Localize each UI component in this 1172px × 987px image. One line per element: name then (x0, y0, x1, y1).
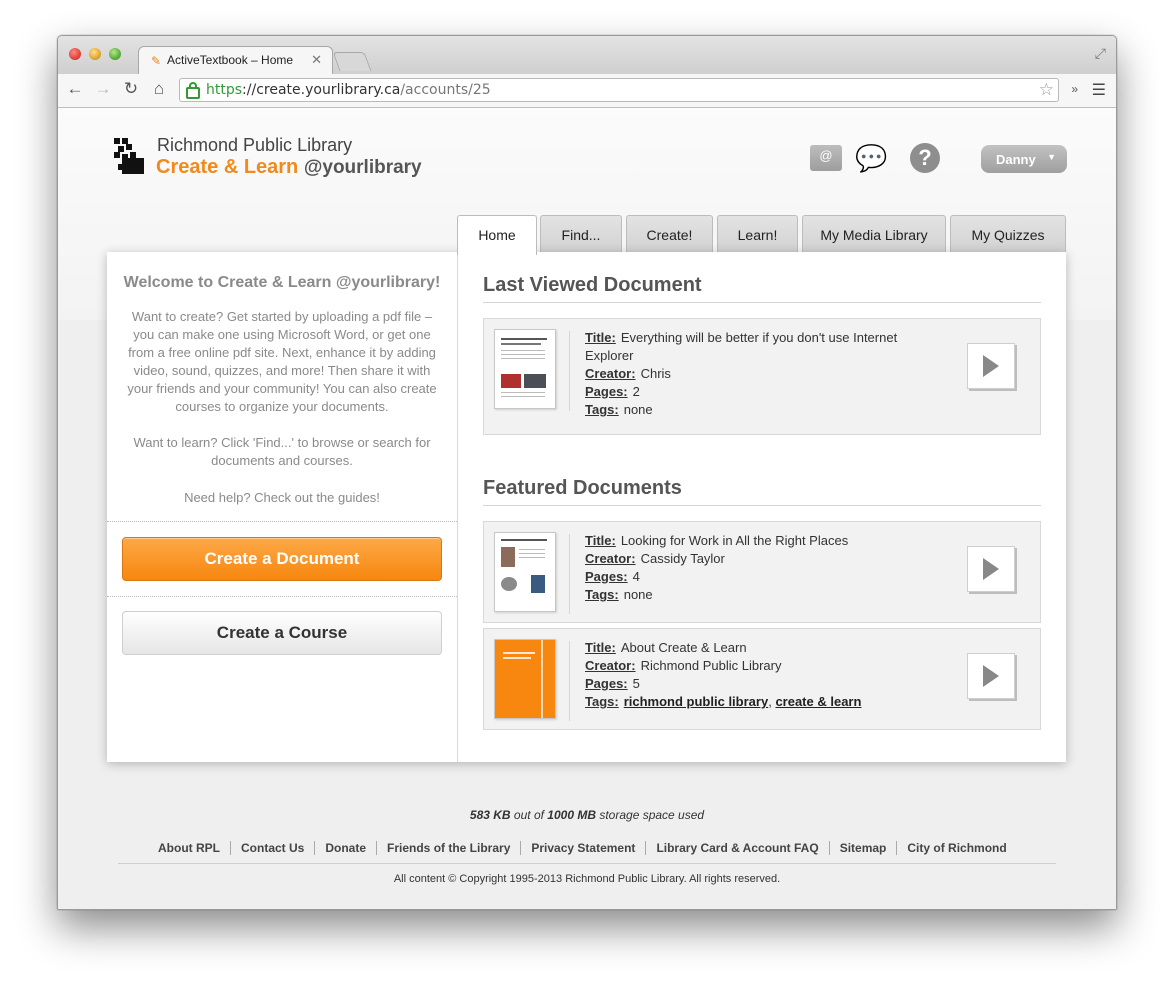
play-icon (983, 558, 999, 580)
footer-link-faq[interactable]: Library Card & Account FAQ (646, 841, 830, 855)
play-document-button[interactable] (967, 343, 1015, 389)
play-icon (983, 355, 999, 377)
welcome-sidebar: Welcome to Create & Learn @yourlibrary! … (107, 252, 458, 762)
url-text[interactable]: https://create.yourlibrary.ca/accounts/2… (206, 82, 491, 98)
welcome-learn-text: Want to learn? Click 'Find...' to browse… (133, 435, 431, 468)
divider (118, 863, 1056, 864)
featured-card: Title: About Create & Learn Creator: Richm… (483, 628, 1041, 730)
browser-menu-icon[interactable]: ☰ (1092, 80, 1106, 100)
document-details: Title: About Create & Learn Creator: Richm… (585, 640, 862, 709)
close-tab-icon[interactable]: ✕ (311, 52, 322, 68)
storage-usage: 583 KB out of 1000 MB storage space used (469, 808, 705, 822)
document-creator: Chris (640, 366, 671, 381)
divider (483, 505, 1041, 506)
library-name: Richmond Public Library (157, 135, 353, 155)
document-creator: Richmond Public Library (640, 658, 782, 673)
play-document-button[interactable] (967, 653, 1015, 699)
favicon-icon: ✎ (151, 54, 162, 68)
divider (569, 534, 570, 614)
divider (107, 521, 457, 522)
tab-find[interactable]: Find... (540, 215, 622, 253)
document-title[interactable]: About Create & Learn (621, 640, 747, 655)
close-window-button[interactable] (69, 48, 81, 60)
document-title[interactable]: Looking for Work in All the Right Places (621, 533, 848, 548)
new-tab-button[interactable] (332, 52, 372, 71)
featured-heading: Featured Documents (483, 477, 682, 499)
tab-home[interactable]: Home (457, 215, 537, 255)
tab-my-media-library[interactable]: My Media Library (802, 215, 946, 253)
tag-link[interactable]: richmond public library (624, 694, 768, 709)
create-course-button[interactable]: Create a Course (122, 611, 442, 655)
divider (569, 331, 570, 411)
document-title[interactable]: Everything will be better if you don't u… (621, 330, 897, 345)
divider (107, 596, 457, 597)
footer-link-about[interactable]: About RPL (148, 841, 231, 855)
footer-link-privacy[interactable]: Privacy Statement (521, 841, 647, 855)
library-logo-icon[interactable] (114, 138, 146, 174)
home-icon[interactable]: ⌂ (149, 79, 169, 99)
zoom-window-button[interactable] (109, 48, 121, 60)
document-tags: none (623, 402, 653, 417)
extensions-overflow-icon[interactable]: » (1071, 82, 1078, 96)
browser-tab-title: ActiveTextbook – Home (167, 53, 294, 67)
document-details: Title: Everything will be better if you d… (585, 330, 898, 417)
last-viewed-card: Title: Everything will be better if you d… (483, 318, 1041, 435)
copyright-text: All content © Copyright 1995-2013 Richmo… (393, 873, 781, 885)
minimize-window-button[interactable] (89, 48, 101, 60)
welcome-create-text: Want to create? Get started by uploading… (127, 309, 437, 414)
main-panel: Welcome to Create & Learn @yourlibrary! … (107, 252, 1066, 762)
browser-toolbar: ← → ↻ ⌂ https://create.yourlibrary.ca/ac… (58, 74, 1116, 108)
divider (483, 302, 1041, 303)
site-brand[interactable]: Create & Learn @yourlibrary (156, 156, 422, 179)
fullscreen-icon[interactable]: ⤢ (1095, 45, 1106, 62)
document-tags: none (623, 587, 653, 602)
welcome-title: Welcome to Create & Learn @yourlibrary! (123, 274, 441, 291)
footer-link-sitemap[interactable]: Sitemap (829, 841, 898, 855)
mail-icon[interactable]: @ (810, 145, 842, 171)
help-icon[interactable]: ? (910, 143, 940, 173)
featured-card: Title: Looking for Work in All the Right … (483, 521, 1041, 623)
tab-my-quizzes[interactable]: My Quizzes (950, 215, 1066, 253)
tag-link[interactable]: create & learn (775, 694, 861, 709)
footer-link-friends[interactable]: Friends of the Library (377, 841, 522, 855)
document-pages: 5 (632, 676, 640, 691)
user-name: Danny (996, 152, 1036, 167)
document-pages: 2 (632, 384, 640, 399)
document-pages: 4 (632, 569, 640, 584)
reload-icon[interactable]: ↻ (121, 79, 141, 99)
document-creator: Cassidy Taylor (640, 551, 725, 566)
web-page: Richmond Public Library Create & Learn @… (58, 108, 1116, 909)
bookmark-star-icon[interactable]: ☆ (1039, 80, 1054, 100)
back-icon[interactable]: ← (65, 79, 85, 99)
footer-nav: About RPL Contact Us Donate Friends of the … (148, 841, 1017, 855)
user-menu-button[interactable]: Danny ▼ (981, 145, 1067, 173)
last-viewed-heading: Last Viewed Document (483, 274, 702, 296)
address-bar[interactable]: https://create.yourlibrary.ca/accounts/2… (179, 78, 1059, 102)
lock-icon (186, 82, 200, 99)
document-thumbnail[interactable] (494, 329, 556, 409)
play-document-button[interactable] (967, 546, 1015, 592)
document-thumbnail[interactable] (494, 532, 556, 612)
browser-window: ✎ ActiveTextbook – Home ✕ ⤢ ← → ↻ ⌂ http… (57, 35, 1117, 910)
footer-link-donate[interactable]: Donate (315, 841, 378, 855)
tab-create[interactable]: Create! (626, 215, 713, 253)
divider (569, 641, 570, 721)
browser-tab[interactable]: ✎ ActiveTextbook – Home ✕ (138, 46, 333, 74)
document-details: Title: Looking for Work in All the Right … (585, 533, 849, 602)
play-icon (983, 665, 999, 687)
chat-icon[interactable]: 💬 (855, 145, 897, 173)
browser-tabbar: ✎ ActiveTextbook – Home ✕ ⤢ (58, 36, 1116, 74)
create-document-button[interactable]: Create a Document (122, 537, 442, 581)
footer-link-city[interactable]: City of Richmond (897, 841, 1016, 855)
document-thumbnail[interactable] (494, 639, 556, 719)
tab-learn[interactable]: Learn! (717, 215, 798, 253)
welcome-help-text: Need help? Check out the guides! (184, 490, 380, 505)
chevron-down-icon: ▼ (1047, 152, 1056, 162)
forward-icon[interactable]: → (93, 79, 113, 99)
footer-link-contact[interactable]: Contact Us (231, 841, 316, 855)
